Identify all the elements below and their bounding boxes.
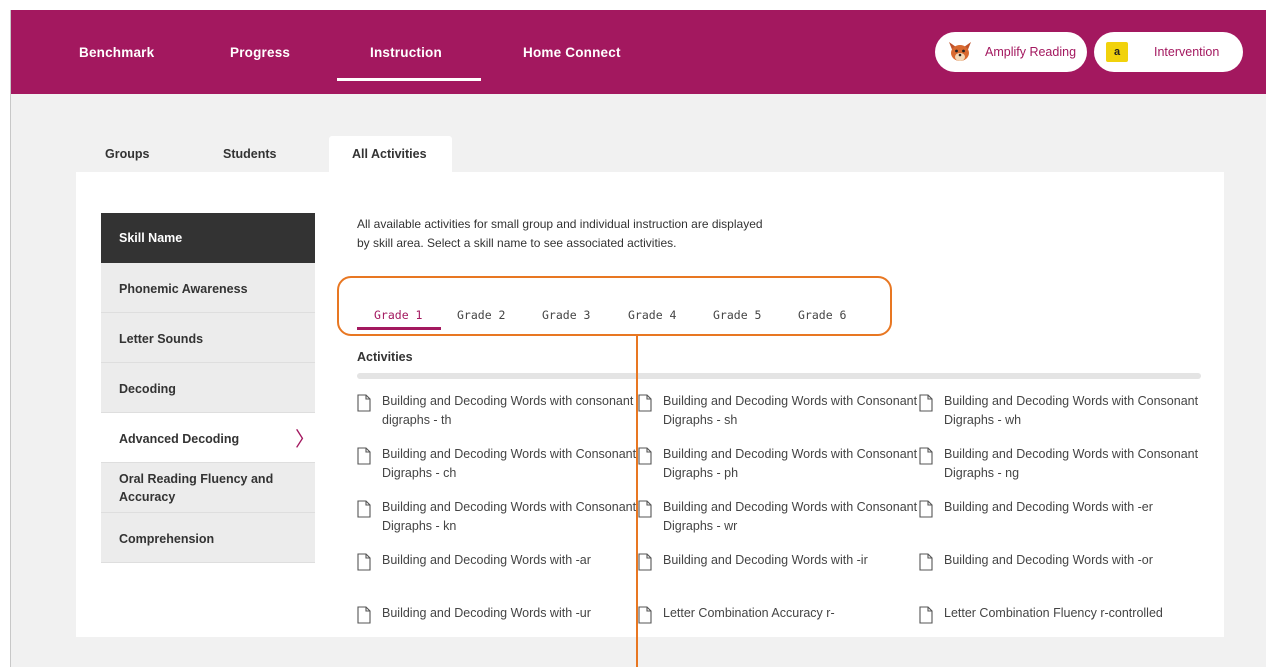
activity-label: Building and Decoding Words with Consona… [944,447,1199,480]
nav-progress[interactable]: Progress [230,45,290,60]
activity-label: Letter Combination Fluency r-controlled [944,606,1163,620]
skill-item-letter-sounds[interactable]: Letter Sounds [101,313,315,363]
activity-label: Building and Decoding Words with Consona… [382,500,637,533]
document-icon [357,553,371,571]
tab-students[interactable]: Students [223,147,276,161]
skill-item-label: Advanced Decoding [119,432,240,446]
skill-item-oral-reading-fluency[interactable]: Oral Reading Fluency and Accuracy [101,463,315,513]
document-icon [357,500,371,518]
intro-text: All available activities for small group… [357,217,763,250]
intervention-logo-icon: a [1106,42,1128,62]
activity-item[interactable]: Building and Decoding Words with Consona… [638,392,919,445]
skill-item-phonemic-awareness[interactable]: Phonemic Awareness [101,263,315,313]
skill-item-comprehension[interactable]: Comprehension [101,513,315,563]
skill-item-label: Comprehension [119,532,215,546]
chevron-right-icon: 〉 [295,429,315,451]
document-icon [919,394,933,412]
activity-label: Building and Decoding Words with -ur [382,606,591,620]
app-frame: Benchmark Progress Instruction Home Conn… [10,10,1266,667]
skill-item-label: Letter Sounds [119,332,204,346]
skill-item-label: Decoding [119,382,176,396]
activity-label: Building and Decoding Words with Consona… [663,447,918,480]
amplify-reading-label: Amplify Reading [985,45,1077,59]
activity-label: Building and Decoding Words with Consona… [663,394,918,427]
nav-instruction[interactable]: Instruction [370,45,442,60]
activity-label: Building and Decoding Words with -or [944,553,1153,567]
skill-list-header: Skill Name [101,213,315,263]
nav-home-connect[interactable]: Home Connect [523,45,621,60]
document-icon [638,500,652,518]
document-icon [357,606,371,624]
activity-item[interactable]: Building and Decoding Words with consona… [357,392,638,445]
activity-item[interactable]: Building and Decoding Words with Consona… [919,392,1200,445]
activity-item[interactable]: Building and Decoding Words with Consona… [638,445,919,498]
activities-panel: Skill Name Phonemic Awareness Letter Sou… [76,172,1224,637]
fox-icon [949,42,971,61]
document-icon [638,394,652,412]
activity-label: Building and Decoding Words with -ar [382,553,591,567]
document-icon [357,447,371,465]
activity-item[interactable]: Building and Decoding Words with -or [919,551,1200,604]
skill-item-advanced-decoding[interactable]: Advanced Decoding 〉 [101,413,315,463]
document-icon [357,394,371,412]
activity-label: Building and Decoding Words with Consona… [663,500,918,533]
document-icon [919,447,933,465]
activity-label: Building and Decoding Words with -ir [663,553,868,567]
activity-item[interactable]: Building and Decoding Words with Consona… [357,445,638,498]
tab-groups[interactable]: Groups [105,147,149,161]
activity-item[interactable]: Building and Decoding Words with -ir [638,551,919,604]
activity-item[interactable]: Letter Combination Accuracy r- [638,604,919,657]
grade-tabs-callout [337,276,892,336]
document-icon [638,447,652,465]
skill-list: Skill Name Phonemic Awareness Letter Sou… [101,213,315,563]
document-icon [919,606,933,624]
document-icon [919,500,933,518]
activities-divider [357,373,1201,379]
document-icon [638,606,652,624]
activity-label: Letter Combination Accuracy r- [663,606,835,620]
document-icon [919,553,933,571]
skill-item-label: Phonemic Awareness [119,282,248,296]
activity-grid: Building and Decoding Words with consona… [357,392,1217,657]
activity-item[interactable]: Building and Decoding Words with -ur [357,604,638,657]
nav-benchmark[interactable]: Benchmark [79,45,154,60]
activity-label: Building and Decoding Words with -er [944,500,1153,514]
activity-label: Building and Decoding Words with consona… [382,394,634,427]
tab-all-activities[interactable]: All Activities [352,147,427,161]
activity-item[interactable]: Building and Decoding Words with -er [919,498,1200,551]
activity-item[interactable]: Letter Combination Fluency r-controlled [919,604,1200,657]
activity-item[interactable]: Building and Decoding Words with Consona… [919,445,1200,498]
activity-item[interactable]: Building and Decoding Words with Consona… [357,498,638,551]
activities-heading: Activities [357,350,413,364]
skill-item-label: Oral Reading Fluency and Accuracy [119,472,274,505]
activity-item[interactable]: Building and Decoding Words with Consona… [638,498,919,551]
nav-active-indicator [337,78,481,81]
activity-label: Building and Decoding Words with Consona… [382,447,637,480]
activity-label: Building and Decoding Words with Consona… [944,394,1199,427]
intervention-label: Intervention [1154,45,1220,59]
callout-pointer-line [636,336,638,667]
amplify-reading-button[interactable]: Amplify Reading [935,32,1087,72]
activity-item[interactable]: Building and Decoding Words with -ar [357,551,638,604]
document-icon [638,553,652,571]
skill-item-decoding[interactable]: Decoding [101,363,315,413]
top-nav: Benchmark Progress Instruction Home Conn… [11,10,1266,94]
intervention-button[interactable]: a Intervention [1094,32,1243,72]
